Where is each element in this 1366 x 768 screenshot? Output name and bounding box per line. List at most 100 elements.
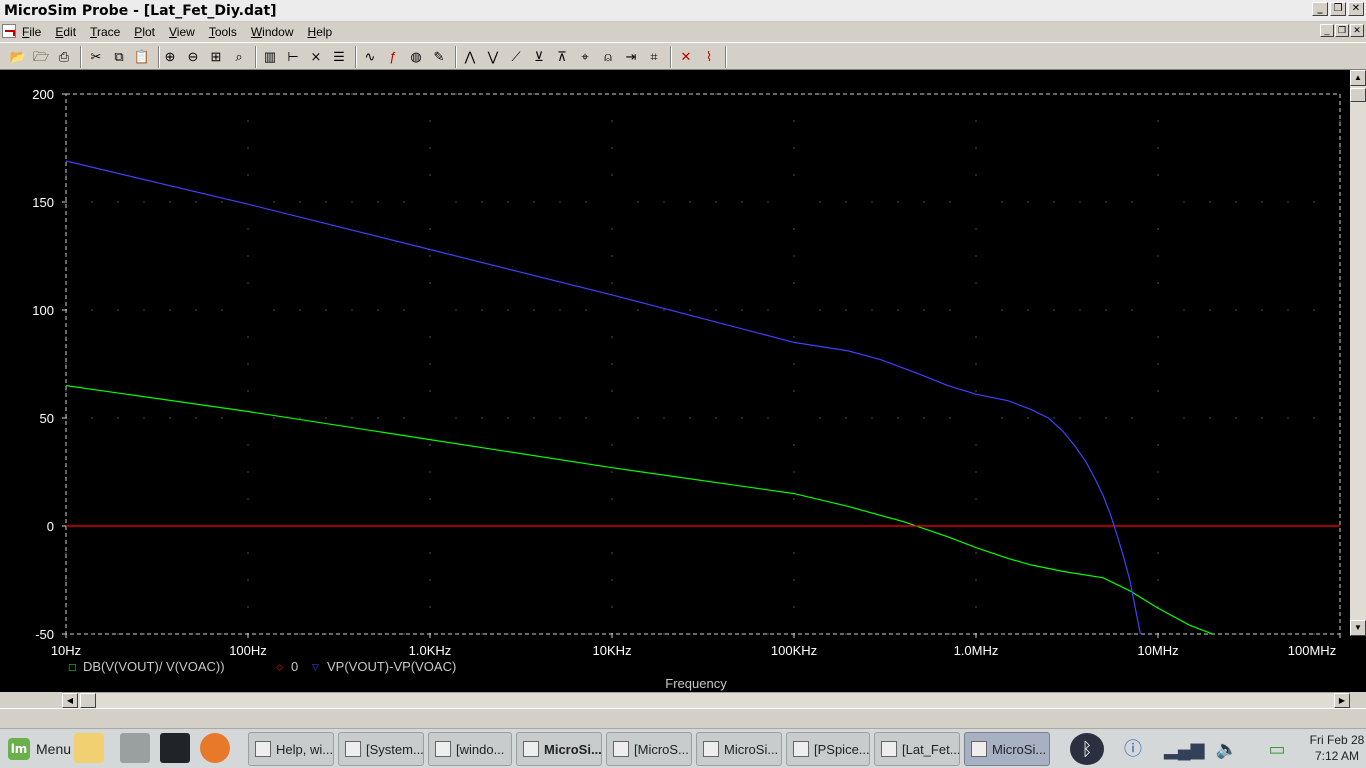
probe-app-icon[interactable] [2, 24, 16, 38]
plot-canvas[interactable]: 200 150 100 50 0 -5010Hz 100Hz 1.0KHz 10KHz 100KH… [0, 70, 1366, 692]
grid-dot [611, 120, 613, 122]
doc-restore-button[interactable]: ❐ [1335, 24, 1349, 37]
grid-dot [1157, 120, 1159, 122]
grid-dot [273, 201, 275, 203]
grid-dot [585, 417, 587, 419]
doc-close-button[interactable]: ✕ [1350, 24, 1364, 37]
cursor-peak-button[interactable]: ⋀ [460, 47, 480, 67]
task-button[interactable]: MicroSi... [696, 732, 782, 766]
clock[interactable]: Fri Feb 28 7:12 AM [1308, 732, 1366, 764]
grid-dot [377, 93, 379, 95]
open-dir-button[interactable]: 🗁 [31, 47, 51, 67]
zoom-fit-button[interactable]: ⌕ [229, 47, 249, 67]
task-button[interactable]: MicroSi... [964, 732, 1050, 766]
bluetooth-icon[interactable]: ᛒ [1070, 733, 1104, 765]
menu-file[interactable]: File [22, 25, 41, 39]
task-button[interactable]: [System... [338, 732, 424, 766]
cursor-point-button[interactable]: ⌖ [575, 47, 595, 67]
close-button[interactable]: ✕ [1348, 2, 1364, 16]
grid-dot [611, 174, 613, 176]
network-signal-icon[interactable]: ▂▄▆ [1164, 733, 1204, 765]
grid-dot [559, 633, 561, 635]
menu-view[interactable]: View [169, 25, 195, 39]
volume-icon[interactable]: 🔈 [1210, 733, 1244, 765]
scroll-left-icon[interactable]: ◀ [62, 693, 78, 708]
color-trace-button[interactable]: ◍ [406, 47, 426, 67]
vertical-scroll-thumb[interactable] [1350, 88, 1366, 102]
cursor-trough-button[interactable]: ⋁ [483, 47, 503, 67]
fft-button[interactable]: ☰ [329, 47, 349, 67]
scroll-right-icon[interactable]: ▶ [1334, 693, 1350, 708]
label-icon: ✎ [433, 49, 445, 64]
battery-icon[interactable]: ▭ [1260, 733, 1294, 765]
start-menu-button[interactable]: lm Menu [2, 733, 77, 765]
grid-dot [65, 606, 67, 608]
grid-dot [1287, 309, 1289, 311]
task-button[interactable]: MicroSi... [516, 732, 602, 766]
scroll-up-icon[interactable]: ▲ [1350, 70, 1366, 86]
restore-button[interactable]: ❐ [1330, 2, 1346, 16]
add-trace-button[interactable]: ∿ [360, 47, 380, 67]
cursor-slope-button[interactable]: ⟋ [506, 47, 526, 67]
open-button[interactable]: 📂 [8, 47, 28, 67]
task-button[interactable]: Help, wi... [248, 732, 334, 766]
grid-dot [65, 120, 67, 122]
grid-dot [195, 309, 197, 311]
firefox-icon[interactable] [200, 733, 230, 763]
zoom-area-button[interactable]: ⊞ [206, 47, 226, 67]
grid-dot [1105, 633, 1107, 635]
menu-plot[interactable]: Plot [134, 25, 155, 39]
paste-button[interactable]: 📋 [132, 47, 152, 67]
menu-edit[interactable]: Edit [55, 25, 76, 39]
shield-info-icon[interactable]: ⓘ [1116, 733, 1150, 765]
grid-dot [1027, 309, 1029, 311]
grid-dot [1287, 201, 1289, 203]
grid-dot [689, 93, 691, 95]
horizontal-scroll-thumb[interactable] [80, 693, 96, 708]
doc-minimize-button[interactable]: _ [1320, 24, 1334, 37]
cut-button[interactable]: ✂ [86, 47, 106, 67]
menu-tools[interactable]: Tools [209, 25, 237, 39]
menu-trace[interactable]: Trace [90, 25, 120, 39]
menu-window[interactable]: Window [251, 25, 294, 39]
grid-dot [1053, 417, 1055, 419]
add-plot-button[interactable]: ⨯ [306, 47, 326, 67]
terminal-icon[interactable] [160, 733, 190, 763]
cursor-min-button[interactable]: ⊻ [529, 47, 549, 67]
task-button[interactable]: [Lat_Fet... [874, 732, 960, 766]
grid-dot [351, 201, 353, 203]
label-button[interactable]: ✎ [429, 47, 449, 67]
grid-dot [65, 228, 67, 230]
cursor-next-button[interactable]: ⇥ [621, 47, 641, 67]
grid-dot [1131, 201, 1133, 203]
eval-goal-button[interactable]: ƒ [383, 47, 403, 67]
axis-settings-button[interactable]: ▥ [260, 47, 280, 67]
display-cursor-button[interactable]: ⌇ [699, 47, 719, 67]
cursor-search-button[interactable]: ⍝ [598, 47, 618, 67]
vertical-scrollbar[interactable]: ▲ ▼ [1350, 70, 1366, 636]
copy-button[interactable]: ⧉ [109, 47, 129, 67]
zoom-out-button[interactable]: ⊖ [183, 47, 203, 67]
print-button[interactable]: ⎙ [54, 47, 74, 67]
scroll-down-icon[interactable]: ▼ [1350, 620, 1366, 636]
task-button[interactable]: [windo... [428, 732, 512, 766]
folder-icon [435, 741, 451, 757]
grid-dot [1261, 93, 1263, 95]
horizontal-scrollbar[interactable]: ◀ ▶ [62, 692, 1350, 708]
mark-data-button[interactable]: ✕ [676, 47, 696, 67]
drive-icon[interactable] [120, 733, 150, 763]
grid-dot [195, 633, 197, 635]
files-icon[interactable] [74, 733, 104, 763]
task-button[interactable]: [PSpice... [786, 732, 870, 766]
task-button[interactable]: [MicroS... [606, 732, 692, 766]
grid-dot [169, 201, 171, 203]
add-y-axis-button[interactable]: ⊢ [283, 47, 303, 67]
minimize-button[interactable]: _ [1312, 2, 1328, 16]
grid-dot [65, 363, 67, 365]
cursor-max-button[interactable]: ⊼ [552, 47, 572, 67]
menu-help[interactable]: Help [308, 25, 333, 39]
y-tick-label: 150 [32, 195, 54, 210]
grid-dot [975, 552, 977, 554]
cursor-mark-button[interactable]: ⌗ [644, 47, 664, 67]
zoom-in-button[interactable]: ⊕ [160, 47, 180, 67]
